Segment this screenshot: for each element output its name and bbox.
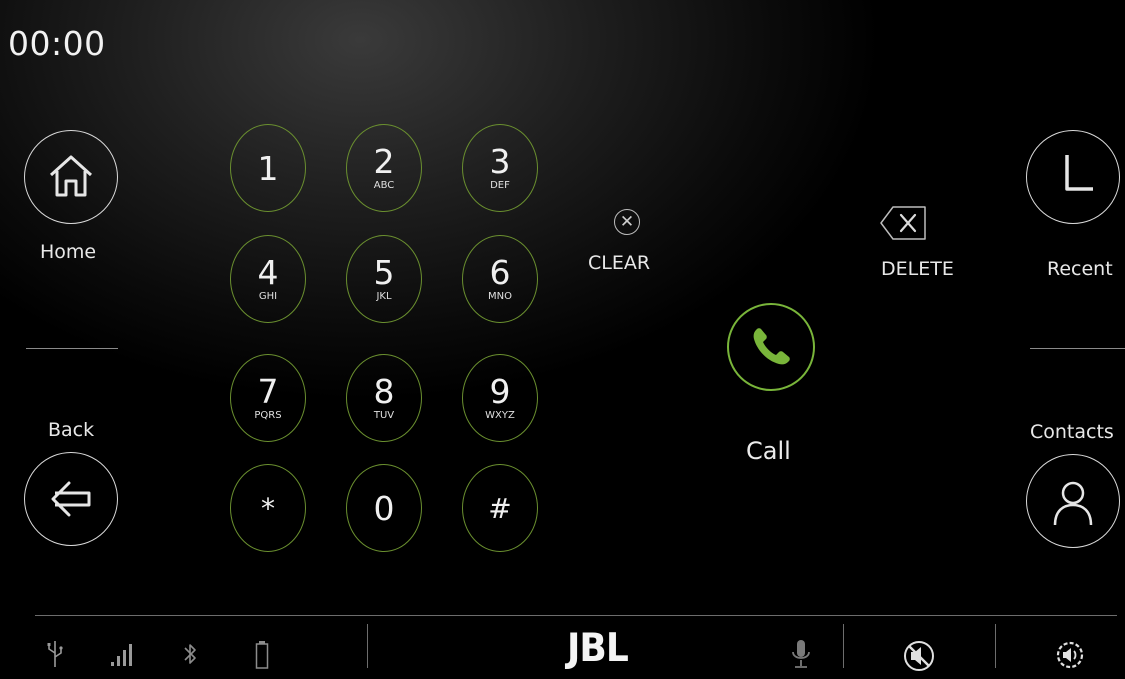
key-digit: 2 <box>373 141 395 181</box>
bar-separator <box>995 624 996 668</box>
usb-icon <box>47 641 63 667</box>
clock: 00:00 <box>8 24 106 63</box>
contacts-button[interactable] <box>1026 454 1120 548</box>
backspace-icon[interactable] <box>879 205 929 241</box>
key-digit: 6 <box>489 252 511 292</box>
key-4[interactable]: 4 GHI <box>230 235 306 323</box>
home-icon <box>49 155 93 197</box>
clear-icon[interactable]: ✕ <box>614 209 640 235</box>
right-divider <box>1030 348 1125 349</box>
key-3[interactable]: 3 DEF <box>462 124 538 212</box>
key-hash[interactable]: # <box>462 464 538 552</box>
key-letters: GHI <box>258 290 278 302</box>
delete-button[interactable]: DELETE <box>881 258 954 280</box>
call-label: Call <box>746 437 791 465</box>
home-label: Home <box>40 241 97 263</box>
key-digit: 9 <box>489 371 511 411</box>
key-8[interactable]: 8 TUV <box>346 354 422 442</box>
key-digit: 7 <box>257 371 279 411</box>
bar-separator <box>843 624 844 668</box>
key-1[interactable]: 1 <box>230 124 306 212</box>
key-letters: DEF <box>490 179 510 191</box>
bottom-bar-divider <box>35 615 1117 616</box>
call-button[interactable] <box>727 303 815 391</box>
key-star[interactable]: * <box>230 464 306 552</box>
battery-icon <box>255 641 269 669</box>
back-arrow-icon <box>51 481 91 517</box>
recent-label: Recent <box>1047 258 1113 280</box>
key-digit: 4 <box>257 252 279 292</box>
bluetooth-icon <box>184 644 196 664</box>
key-5[interactable]: 5 JKL <box>346 235 422 323</box>
clock-icon <box>1065 155 1093 191</box>
key-6[interactable]: 6 MNO <box>462 235 538 323</box>
home-button[interactable] <box>24 130 118 224</box>
key-letters: PQRS <box>254 409 282 421</box>
key-0[interactable]: 0 <box>346 464 422 552</box>
mute-icon[interactable] <box>903 640 935 672</box>
key-letters: TUV <box>373 409 395 421</box>
key-7[interactable]: 7 PQRS <box>230 354 306 442</box>
key-digit: 8 <box>373 371 395 411</box>
clear-button[interactable]: CLEAR <box>588 252 650 274</box>
key-digit: 1 <box>257 148 279 188</box>
contacts-label: Contacts <box>1030 421 1114 443</box>
key-letters: MNO <box>488 290 512 302</box>
key-letters: WXYZ <box>485 409 515 421</box>
key-digit: 3 <box>489 141 511 181</box>
key-digit: # <box>488 491 512 525</box>
back-button[interactable] <box>24 452 118 546</box>
signal-icon <box>111 644 132 666</box>
key-9[interactable]: 9 WXYZ <box>462 354 538 442</box>
bar-separator <box>367 624 368 668</box>
key-letters: ABC <box>373 179 395 191</box>
key-digit: 5 <box>373 252 395 292</box>
key-digit: * <box>261 491 275 525</box>
back-label: Back <box>48 419 95 441</box>
recent-button[interactable] <box>1026 130 1120 224</box>
person-icon <box>1053 481 1093 526</box>
volume-icon[interactable] <box>1053 638 1087 672</box>
key-2[interactable]: 2 ABC <box>346 124 422 212</box>
phone-icon <box>753 328 790 365</box>
jbl-logo: JBL <box>567 625 629 672</box>
microphone-icon[interactable] <box>790 638 812 670</box>
left-divider <box>26 348 118 349</box>
key-digit: 0 <box>373 488 395 528</box>
key-letters: JKL <box>376 290 392 302</box>
